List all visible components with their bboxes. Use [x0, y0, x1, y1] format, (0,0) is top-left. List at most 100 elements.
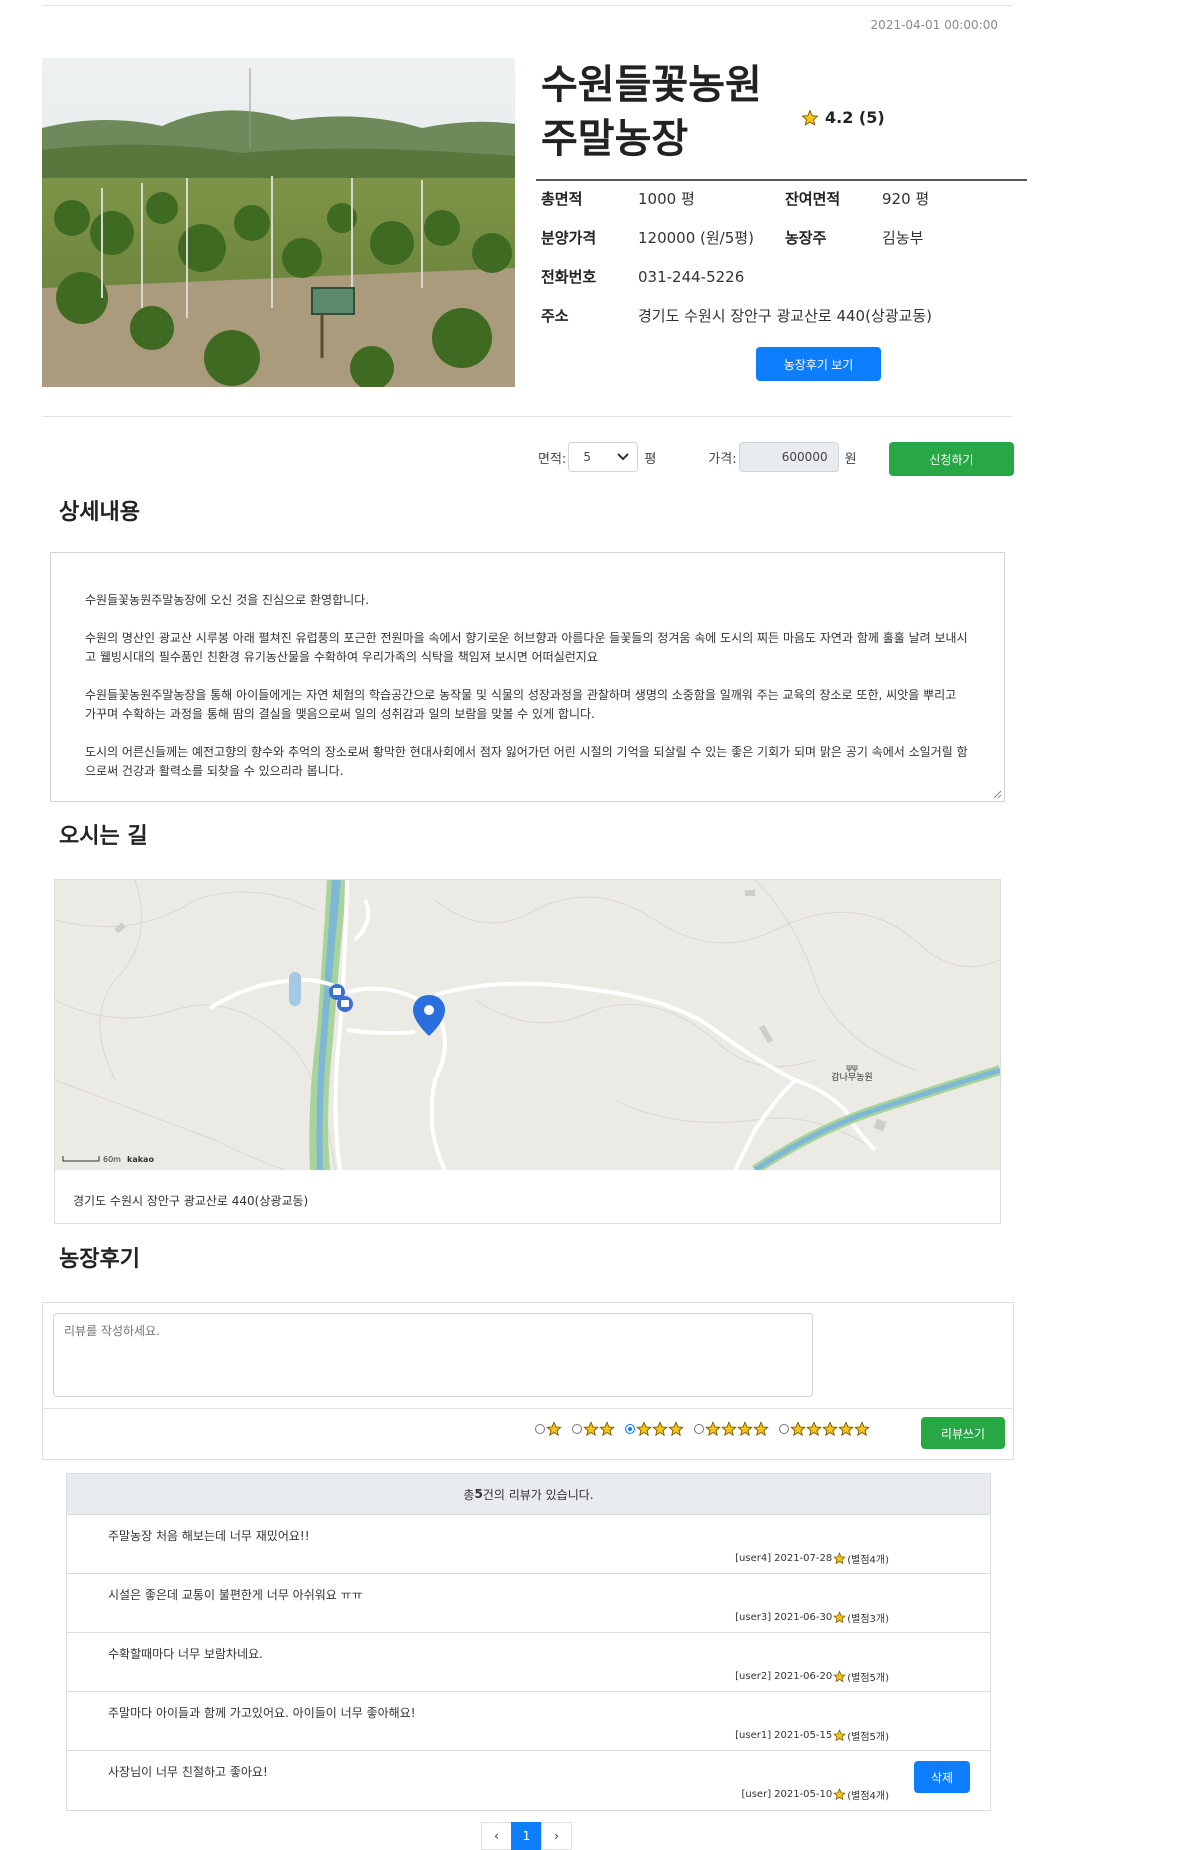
review-date: 2021-05-10 [774, 1789, 833, 1800]
star-icon [838, 1421, 854, 1437]
bus-stop-icon[interactable] [337, 996, 353, 1012]
price-label: 분양가격 [541, 229, 597, 247]
top-divider [42, 5, 1012, 6]
star-icon [737, 1421, 753, 1437]
review-date: 2021-07-28 [774, 1553, 833, 1564]
star-icon [801, 108, 819, 126]
review-count-prefix: 총 [463, 1487, 475, 1502]
rating-value: 4.2 (5) [825, 108, 885, 127]
review-text: 수확할때마다 너무 보람차네요. [108, 1647, 263, 1661]
review-count-header: 총 5 건의 리뷰가 있습니다. [67, 1474, 990, 1515]
total-area-label: 총면적 [541, 190, 583, 208]
star-icon [599, 1421, 615, 1437]
remaining-area-label: 잔여면적 [785, 190, 841, 208]
review-form: 리뷰쓰기 [42, 1302, 1014, 1460]
star-option-2[interactable] [572, 1421, 615, 1437]
star-icon [854, 1421, 870, 1437]
next-page-button[interactable]: › [541, 1822, 572, 1850]
apply-button[interactable]: 신청하기 [889, 442, 1014, 476]
price-field-label: 가격: [708, 451, 737, 467]
star-option-1[interactable] [535, 1421, 562, 1437]
star-icon [652, 1421, 668, 1437]
review-text: 주말마다 아이들과 함께 가고있어요. 아이들이 너무 좋아해요! [108, 1706, 416, 1720]
directions-heading: 오시는 길 [59, 824, 148, 849]
area-select[interactable]: 5 [568, 442, 639, 472]
star-option-5[interactable] [779, 1421, 870, 1437]
total-area-value: 1000 평 [638, 190, 695, 208]
star-radio[interactable] [535, 1424, 545, 1434]
review-text: 사장님이 너무 친절하고 좋아요! [108, 1765, 268, 1779]
review-item: 수확할때마다 너무 보람차네요. [user2] 2021-06-20 (별점5… [67, 1633, 990, 1692]
review-text: 주말농장 처음 해보는데 너무 재밌어요!! [108, 1529, 310, 1543]
star-icon [790, 1421, 806, 1437]
prev-page-button[interactable]: ‹ [481, 1822, 512, 1850]
review-meta: [user] 2021-05-10 (별점4개) [741, 1787, 889, 1802]
review-count-suffix: 건의 리뷰가 있습니다. [482, 1487, 594, 1502]
info-row-address: 주소 경기도 수원시 장안구 광교산로 440(상광교동) [541, 305, 932, 326]
review-user: [user2] [735, 1671, 772, 1682]
review-score: (별점5개) [847, 1673, 889, 1684]
star-icon [753, 1421, 769, 1437]
info-row-phone: 전화번호 031-244-5226 [541, 266, 744, 287]
review-user: [user1] [735, 1730, 772, 1741]
review-item: 주말마다 아이들과 함께 가고있어요. 아이들이 너무 좋아해요! [user1… [67, 1692, 990, 1751]
phone-value: 031-244-5226 [638, 267, 745, 286]
review-count: 5 [474, 1487, 483, 1501]
mid-divider [42, 416, 1012, 417]
star-icon [636, 1421, 652, 1437]
review-meta: [user2] 2021-06-20 (별점5개) [735, 1669, 889, 1684]
owner-value: 김농부 [882, 229, 924, 247]
map[interactable]: 감나무농원 ψψ 60m kakao [55, 880, 1000, 1170]
apply-row: 면적: 5 평 가격: 600000 원 [538, 442, 857, 472]
address-value: 경기도 수원시 장안구 광교산로 440(상광교동) [638, 307, 933, 325]
post-date: 2021-04-01 00:00:00 [870, 18, 998, 32]
delete-review-button[interactable]: 삭제 [914, 1761, 970, 1793]
review-score: (별점4개) [847, 1791, 889, 1802]
star-icon [546, 1421, 562, 1437]
review-meta: [user4] 2021-07-28 (별점4개) [735, 1551, 889, 1566]
svg-text:60m: 60m [103, 1155, 121, 1164]
farm-title-line2: 주말농장 [541, 116, 689, 162]
farm-title-line1: 수원들꽃농원 [541, 62, 762, 108]
area-unit: 평 [644, 451, 657, 467]
remaining-area-value: 920 평 [882, 190, 930, 208]
review-score: (별점5개) [847, 1732, 889, 1743]
star-radio[interactable] [572, 1424, 582, 1434]
info-row-area: 총면적 1000 평 잔여면적 920 평 [541, 188, 1021, 209]
map-address: 경기도 수원시 장안구 광교산로 440(상광교동) [73, 1194, 309, 1208]
star-radio[interactable] [625, 1424, 635, 1434]
star-icon [583, 1421, 599, 1437]
review-user: [user] [741, 1789, 772, 1800]
view-reviews-button[interactable]: 농장후기 보기 [756, 347, 881, 381]
star-radio[interactable] [694, 1424, 704, 1434]
star-radio[interactable] [779, 1424, 789, 1434]
review-date: 2021-05-15 [774, 1730, 833, 1741]
resize-grip-icon[interactable] [992, 789, 1002, 799]
review-item: 시설은 좋은데 교통이 불편한게 너무 아쉬워요 ㅠㅠ [user3] 2021… [67, 1574, 990, 1633]
area-select-label: 면적: [538, 451, 567, 467]
review-text: 시설은 좋은데 교통이 불편한게 너무 아쉬워요 ㅠㅠ [108, 1588, 363, 1602]
detail-textarea[interactable]: 수원들꽃농원주말농장에 오신 것을 진심으로 환영합니다. 수원의 명산인 광교… [50, 552, 1005, 802]
review-meta: [user3] 2021-06-30 (별점3개) [735, 1610, 889, 1625]
area-select-value: 5 [583, 450, 591, 464]
detail-paragraph: 수원의 명산인 광교산 시루봉 아래 펼쳐진 유럽풍의 포근한 전원마을 속에서… [85, 631, 968, 664]
title-divider [536, 179, 1027, 181]
star-icon [833, 1788, 847, 1801]
star-option-4[interactable] [694, 1421, 769, 1437]
write-review-button[interactable]: 리뷰쓰기 [921, 1417, 1005, 1449]
star-rating-options [535, 1421, 870, 1437]
review-input[interactable] [53, 1313, 813, 1397]
review-date: 2021-06-30 [774, 1612, 833, 1623]
page-1-button[interactable]: 1 [511, 1822, 542, 1850]
detail-paragraph: 도시의 어른신들께는 예전고향의 향수와 추억의 장소로써 황막한 현대사회에서… [85, 745, 968, 778]
star-icon [806, 1421, 822, 1437]
price-unit: 원 [844, 451, 857, 467]
detail-paragraph: 수원들꽃농원주말농장을 통해 아이들에게는 자연 체험의 학습공간으로 농작물 … [85, 688, 957, 721]
star-option-3[interactable] [625, 1421, 684, 1437]
review-meta: [user1] 2021-05-15 (별점5개) [735, 1728, 889, 1743]
star-icon [833, 1729, 847, 1742]
address-label: 주소 [541, 307, 569, 325]
price-field: 600000 [738, 442, 839, 472]
review-user: [user3] [735, 1612, 772, 1623]
star-icon [721, 1421, 737, 1437]
